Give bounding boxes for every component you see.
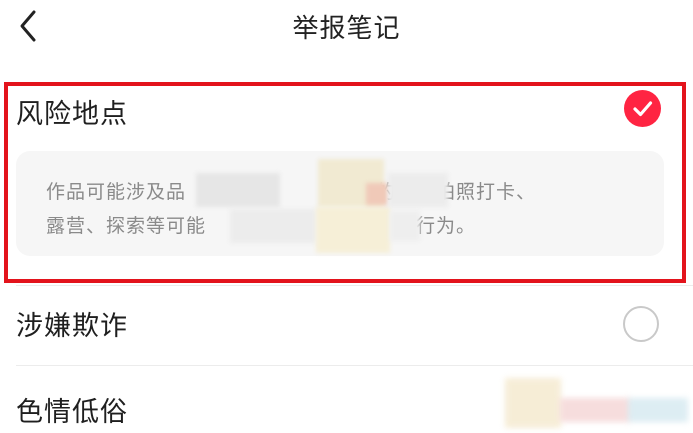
mosaic-block — [388, 173, 448, 207]
check-circle-icon — [633, 101, 653, 117]
selected-radio[interactable] — [624, 90, 661, 127]
mosaic-block — [196, 173, 280, 207]
report-note-page: 举报笔记 风险地点 作品可能涉及品 的景点拍照打卡、 露营、探索等可能 的行为。 涉… — [0, 0, 693, 433]
page-title: 举报笔记 — [292, 14, 401, 44]
option-description-box: 作品可能涉及品 的景点拍照打卡、 露营、探索等可能 的行为。 — [16, 151, 664, 256]
description-line1: 作品可能涉及品 — [46, 181, 187, 203]
mosaic-block — [316, 207, 390, 253]
mosaic-block — [390, 211, 420, 241]
option-label: 涉嫌欺诈 — [16, 311, 128, 342]
option-label: 色情低俗 — [16, 397, 128, 428]
watermark-logo — [628, 398, 688, 422]
watermark-logo — [560, 398, 630, 422]
report-option-fraud[interactable]: 涉嫌欺诈 — [0, 286, 693, 364]
watermark-logo — [505, 378, 561, 428]
description-line2: 露营、探索等可能 — [46, 215, 207, 237]
mosaic-block — [366, 183, 388, 205]
mosaic-block — [230, 209, 316, 243]
option-label: 风险地点 — [16, 99, 128, 130]
empty-circle-icon[interactable] — [623, 306, 659, 342]
nav-bar: 举报笔记 — [0, 0, 693, 60]
